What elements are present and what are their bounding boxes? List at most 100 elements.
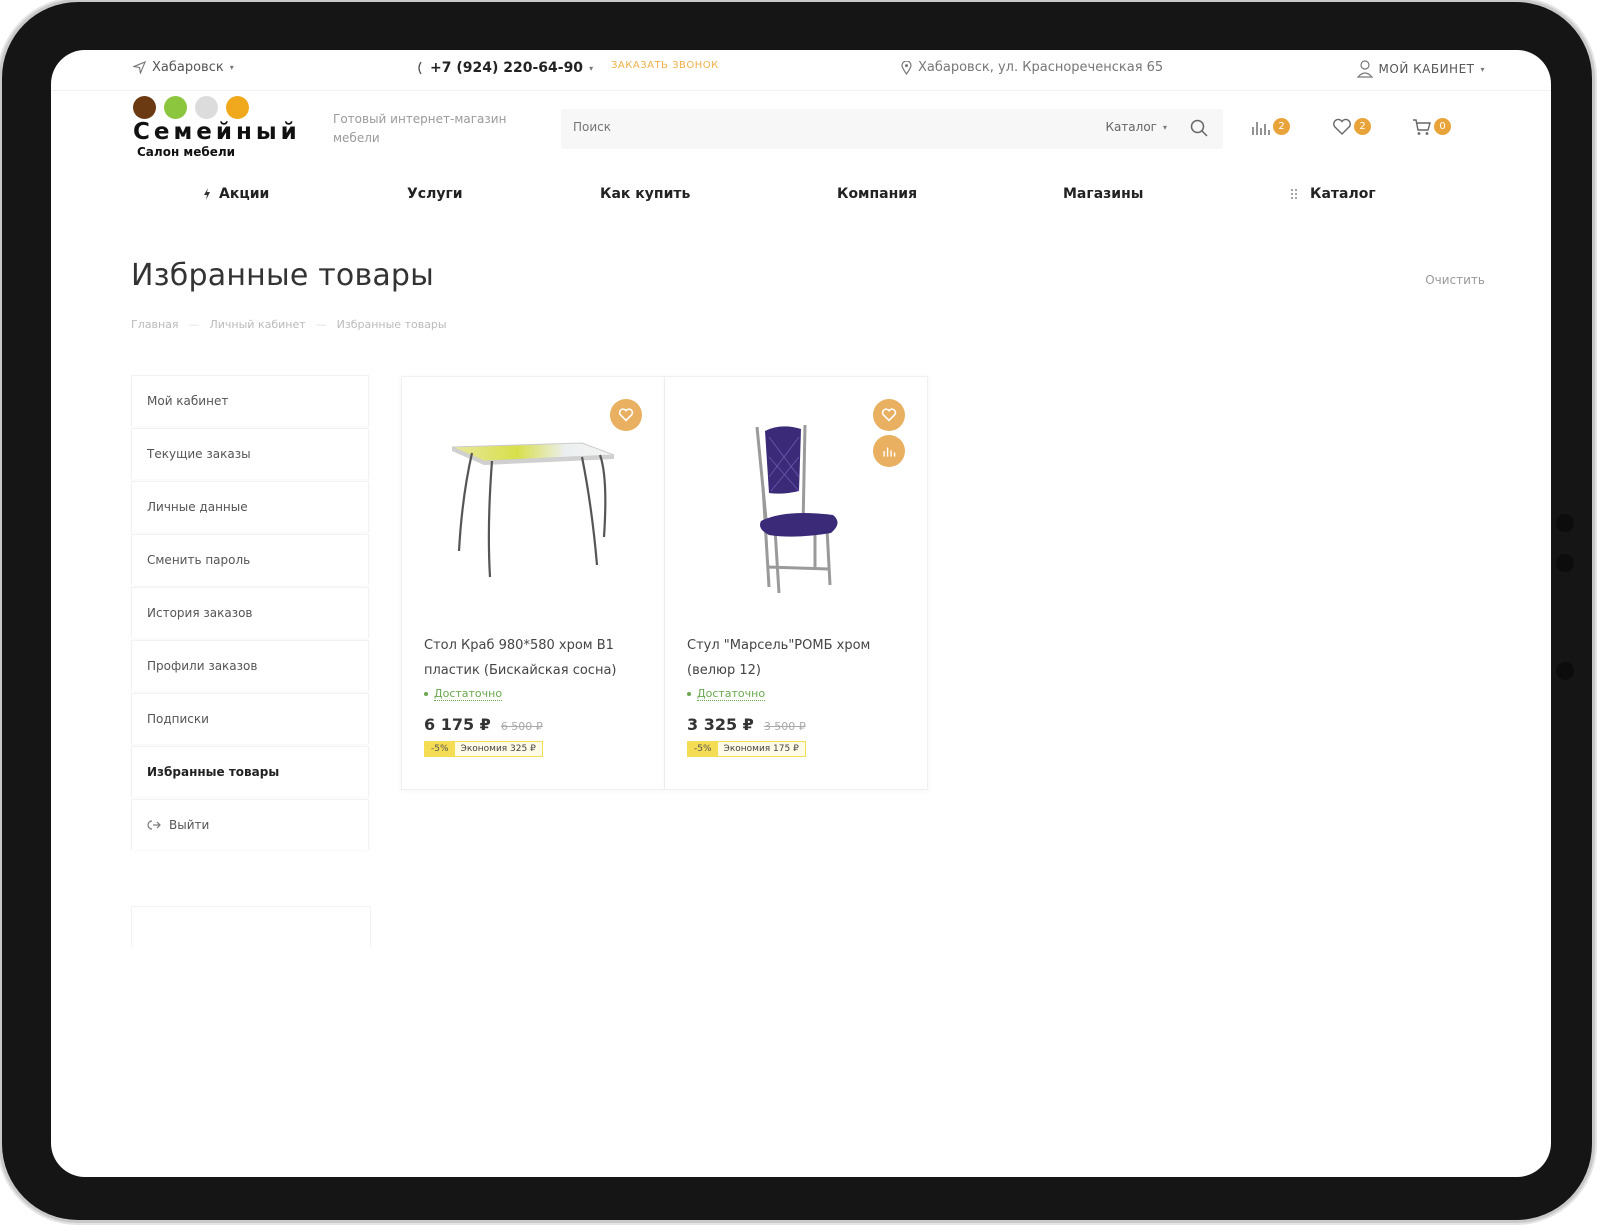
nav-item-label: Услуги (407, 186, 463, 202)
phone-icon (418, 61, 422, 75)
tablet-frame: Хабаровск ▾ +7 (924) 220-64-90 ▾ ЗАКАЗАТ… (2, 2, 1592, 1220)
search-bar: Каталог ▾ (561, 109, 1223, 149)
sidebar-item-personal-data[interactable]: Личные данные (131, 481, 369, 532)
top-info-bar: Хабаровск ▾ +7 (924) 220-64-90 ▾ ЗАКАЗАТ… (51, 50, 1551, 91)
breadcrumb-current: Избранные товары (336, 318, 447, 331)
city-label: Хабаровск (152, 60, 224, 75)
sidebar-item-label: Профили заказов (147, 659, 258, 673)
logo-dot (164, 96, 187, 119)
logo-subtitle: Салон мебели (137, 145, 236, 159)
my-account-label: МОЙ КАБИНЕТ (1378, 62, 1475, 76)
nav-item-sales[interactable]: Акции (203, 186, 269, 202)
logo-dot (226, 96, 249, 119)
current-price: 6 175 ₽ (424, 715, 491, 734)
sidebar-item-label: Выйти (169, 818, 210, 832)
sidebar-item-my-cabinet[interactable]: Мой кабинет (131, 375, 369, 426)
product-card[interactable]: Стол Краб 980*580 хром В1 пластик (Биска… (401, 376, 665, 790)
discount-percent: -5% (425, 742, 455, 756)
sidebar-item-label: Личные данные (147, 500, 248, 514)
table-product-image[interactable] (432, 417, 632, 597)
favorites-count-badge: 2 (1354, 118, 1371, 135)
search-scope-label: Каталог (1105, 120, 1157, 134)
site-logo[interactable]: Семейный Салон мебели (133, 96, 313, 162)
address-label: Хабаровск, ул. Краснореченская 65 (918, 60, 1164, 75)
sidebar-item-change-password[interactable]: Сменить пароль (131, 534, 369, 585)
sidebar-item-label: История заказов (147, 606, 253, 620)
product-name[interactable]: Стул "Марсель"РОМБ хром (велюр 12) (687, 633, 907, 683)
callback-link[interactable]: ЗАКАЗАТЬ ЗВОНОК (611, 60, 719, 71)
stock-status: Достаточно (687, 687, 766, 701)
product-name[interactable]: Стол Краб 980*580 хром В1 пластик (Биска… (424, 633, 644, 683)
compare-link[interactable]: 2 (1251, 118, 1290, 136)
stock-indicator (687, 692, 691, 696)
nav-item-services[interactable]: Услуги (407, 186, 463, 202)
sidebar-item-order-history[interactable]: История заказов (131, 587, 369, 638)
breadcrumb-separator: — (315, 318, 327, 331)
page-title: Избранные товары (131, 258, 435, 293)
nav-item-label: Компания (837, 186, 918, 202)
lightning-icon (204, 188, 210, 200)
clear-favorites-link[interactable]: Очистить (1425, 273, 1485, 287)
nav-item-label: Акции (219, 186, 270, 202)
account-sidebar: Мой кабинет Текущие заказы Личные данные… (131, 375, 369, 852)
heart-icon (1333, 118, 1351, 135)
stock-label: Достаточно (434, 687, 503, 701)
location-arrow-icon (133, 61, 146, 74)
map-pin-icon (901, 60, 912, 75)
stock-status: Достаточно (424, 687, 503, 701)
nav-item-label: Как купить (600, 186, 691, 202)
sidebar-item-logout[interactable]: Выйти (131, 799, 369, 850)
chevron-down-icon: ▾ (1480, 64, 1485, 74)
sidebar-item-label: Мой кабинет (147, 394, 229, 408)
logo-dots (133, 96, 313, 119)
breadcrumb-account[interactable]: Личный кабинет (210, 318, 306, 331)
sidebar-item-subscriptions[interactable]: Подписки (131, 693, 369, 744)
search-scope-select[interactable]: Каталог ▾ (1105, 120, 1167, 134)
nav-item-catalog[interactable]: Каталог (1290, 186, 1376, 202)
nav-item-company[interactable]: Компания (837, 186, 917, 202)
phone-number[interactable]: +7 (924) 220-64-90 ▾ (416, 60, 593, 76)
discount-saving: Экономия 325 ₽ (454, 742, 542, 756)
stock-label: Достаточно (697, 687, 766, 701)
city-selector[interactable]: Хабаровск ▾ (133, 60, 234, 75)
product-card[interactable]: Стул "Марсель"РОМБ хром (велюр 12) Доста… (665, 376, 928, 790)
cart-icon (1413, 119, 1431, 135)
main-nav: Акции Услуги Как купить Компания Магазин… (51, 186, 1551, 210)
chair-product-image[interactable] (695, 417, 895, 597)
sidebar-item-order-profiles[interactable]: Профили заказов (131, 640, 369, 691)
my-account-menu[interactable]: МОЙ КАБИНЕТ ▾ (1356, 60, 1485, 78)
phone-label: +7 (924) 220-64-90 (430, 60, 584, 76)
favorites-link[interactable]: 2 (1332, 118, 1371, 136)
favorites-grid: Стол Краб 980*580 хром В1 пластик (Биска… (401, 376, 928, 790)
grid-dots-icon (1291, 189, 1297, 199)
site-tagline: Готовый интернет-магазин мебели (333, 112, 507, 145)
chevron-down-icon: ▾ (1162, 122, 1167, 132)
logout-icon (147, 820, 161, 830)
discount-badge: -5% Экономия 175 ₽ (687, 741, 806, 757)
nav-item-how-to-buy[interactable]: Как купить (600, 186, 690, 202)
sidebar-item-favorites[interactable]: Избранные товары (131, 746, 369, 797)
sidebar-item-label: Сменить пароль (147, 553, 251, 567)
sidebar-item-label: Текущие заказы (147, 447, 251, 461)
search-input[interactable] (571, 119, 1075, 135)
cart-link[interactable]: 0 (1412, 118, 1451, 136)
chevron-down-icon: ▾ (589, 63, 594, 73)
sidebar-item-current-orders[interactable]: Текущие заказы (131, 428, 369, 479)
search-icon[interactable] (1189, 118, 1209, 138)
old-price: 6 500 ₽ (500, 720, 543, 733)
old-price: 3 500 ₽ (763, 720, 806, 733)
current-price: 3 325 ₽ (687, 715, 754, 734)
sidebar-item-label: Избранные товары (147, 765, 280, 779)
sidebar-item-label: Подписки (147, 712, 209, 726)
nav-item-label: Магазины (1063, 186, 1144, 202)
store-address: Хабаровск, ул. Краснореченская 65 (901, 60, 1163, 75)
breadcrumb: Главная — Личный кабинет — Избранные тов… (131, 318, 447, 331)
user-icon (1356, 60, 1373, 78)
sidebar-extra-block (131, 906, 371, 947)
price-block: 6 175 ₽ 6 500 ₽ (424, 715, 543, 734)
nav-item-stores[interactable]: Магазины (1063, 186, 1143, 202)
breadcrumb-home[interactable]: Главная (131, 318, 179, 331)
compare-chart-icon (1252, 122, 1270, 135)
device-camera-dot (1556, 514, 1574, 532)
nav-item-label: Каталог (1310, 186, 1376, 202)
